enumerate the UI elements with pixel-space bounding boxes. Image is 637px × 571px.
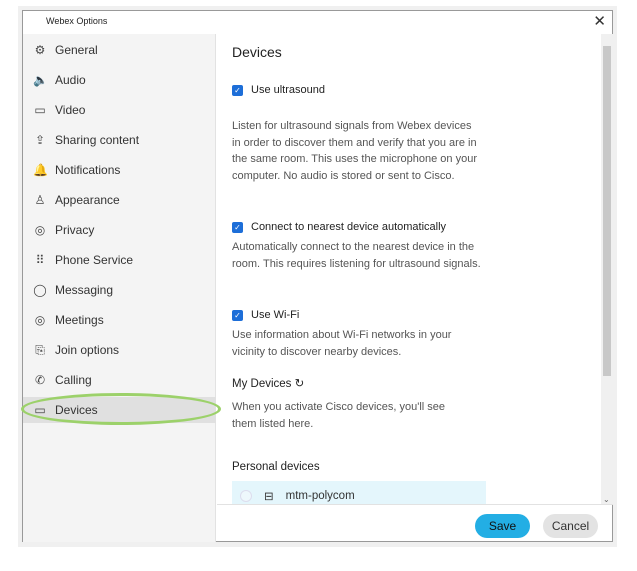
- wifi-description: Use information about Wi-Fi networks in …: [232, 329, 452, 358]
- sidebar-item-notifications[interactable]: 🔔 Notifications: [23, 157, 216, 183]
- sidebar: ⚙ General 🔈 Audio ▭ Video ⇪ Sharing content 🔔 Not…: [23, 34, 216, 542]
- check-icon: ✓: [232, 221, 243, 233]
- sidebar-item-audio[interactable]: 🔈 Audio: [23, 67, 216, 93]
- sidebar-item-general[interactable]: ⚙ General: [23, 37, 216, 63]
- phone-service-icon: ⠿: [35, 253, 45, 267]
- sidebar-item-phone-service[interactable]: ⠿ Phone Service: [23, 247, 216, 273]
- sidebar-item-label: Join options: [55, 343, 120, 357]
- messaging-icon: ◯: [33, 283, 47, 297]
- checkbox-label: Use Wi-Fi: [251, 309, 300, 321]
- calling-icon: ✆: [34, 373, 46, 387]
- sidebar-item-label: Appearance: [55, 193, 120, 207]
- sidebar-item-label: Audio: [55, 73, 86, 87]
- title-bar: Webex Options ✕: [23, 11, 612, 34]
- sidebar-item-label: General: [55, 43, 98, 57]
- save-button[interactable]: Save: [475, 514, 530, 538]
- use-wifi-checkbox[interactable]: ✓ Use Wi-Fi: [232, 309, 299, 321]
- sidebar-item-label: Phone Service: [55, 253, 134, 267]
- sidebar-item-label: Meetings: [55, 313, 104, 327]
- checkbox-label: Connect to nearest device automatically: [251, 221, 447, 233]
- device-row[interactable]: ⊟ mtm-polycom: [232, 481, 486, 504]
- devices-icon: ▭: [34, 403, 46, 417]
- sidebar-item-appearance[interactable]: ♙ Appearance: [23, 187, 216, 213]
- sidebar-item-sharing-content[interactable]: ⇪ Sharing content: [23, 127, 216, 153]
- video-icon: ▭: [34, 103, 46, 117]
- sidebar-item-label: Calling: [55, 373, 92, 387]
- sidebar-item-label: Privacy: [55, 223, 95, 237]
- check-icon: ✓: [232, 309, 243, 321]
- window-title: Webex Options: [46, 16, 108, 26]
- general-icon: ⚙: [34, 43, 46, 57]
- scroll-thumb[interactable]: [603, 46, 611, 376]
- privacy-icon: ◎: [34, 223, 46, 237]
- scroll-down-icon[interactable]: ⌄: [603, 495, 610, 504]
- sidebar-item-calling[interactable]: ✆ Calling: [23, 367, 216, 393]
- sidebar-item-label: Sharing content: [55, 133, 140, 147]
- sidebar-item-devices[interactable]: ▭ Devices: [23, 397, 216, 423]
- devices-panel: Devices ✓ Use ultrasound Listen for ultra…: [217, 34, 601, 504]
- page-title: Devices: [232, 44, 282, 60]
- sidebar-item-label: Notifications: [55, 163, 121, 177]
- sharing-content-icon: ⇪: [34, 133, 46, 147]
- my-devices-description: When you activate Cisco devices, you'll …: [232, 401, 446, 430]
- options-dialog: Webex Options ✕ ⚙ General 🔈 Audio ▭ Video ⇪ Sha…: [21, 10, 613, 542]
- footer: Save Cancel: [217, 504, 613, 542]
- notifications-icon: 🔔: [33, 163, 48, 177]
- personal-devices-heading: Personal devices: [232, 461, 320, 473]
- join-options-icon: ⎘: [35, 342, 45, 357]
- auto-connect-checkbox[interactable]: ✓ Connect to nearest device automatically: [232, 221, 446, 233]
- sidebar-item-label: Video: [55, 103, 86, 117]
- sidebar-item-meetings[interactable]: ◎ Meetings: [23, 307, 216, 333]
- sidebar-item-messaging[interactable]: ◯ Messaging: [23, 277, 216, 303]
- refresh-icon[interactable]: ↻: [295, 378, 305, 390]
- meetings-icon: ◎: [34, 313, 46, 327]
- use-ultrasound-checkbox[interactable]: ✓ Use ultrasound: [232, 84, 325, 96]
- my-devices-heading: My Devices ↻: [232, 376, 304, 390]
- ultrasound-description: Listen for ultrasound signals from Webex…: [232, 120, 477, 182]
- device-name: mtm-polycom: [285, 490, 355, 502]
- auto-connect-description: Automatically connect to the nearest dev…: [232, 241, 481, 270]
- checkbox-label: Use ultrasound: [251, 84, 325, 96]
- check-icon: ✓: [232, 84, 243, 96]
- cancel-button[interactable]: Cancel: [543, 514, 598, 538]
- sidebar-item-label: Messaging: [55, 283, 114, 297]
- close-icon[interactable]: ✕: [593, 12, 606, 30]
- scrollbar[interactable]: ⌄: [601, 34, 613, 504]
- appearance-icon: ♙: [34, 193, 46, 207]
- audio-icon: 🔈: [33, 73, 48, 87]
- device-icon: ⊟: [264, 491, 274, 503]
- sidebar-item-label: Devices: [55, 403, 98, 417]
- device-radio[interactable]: [240, 490, 252, 502]
- sidebar-item-video[interactable]: ▭ Video: [23, 97, 216, 123]
- my-devices-title: My Devices: [232, 378, 292, 390]
- sidebar-item-join-options[interactable]: ⎘ Join options: [23, 337, 216, 363]
- sidebar-item-privacy[interactable]: ◎ Privacy: [23, 217, 216, 243]
